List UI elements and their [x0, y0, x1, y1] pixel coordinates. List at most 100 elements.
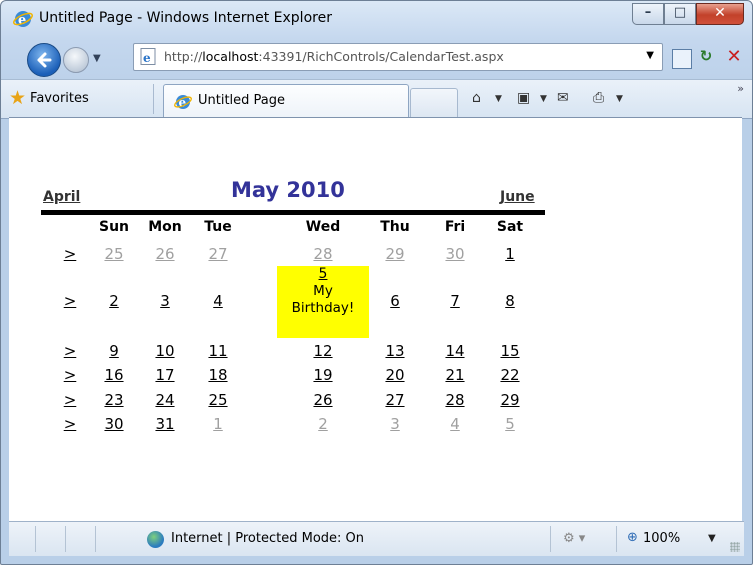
- calendar-day[interactable]: 15: [485, 342, 535, 360]
- calendar-day-other-month[interactable]: 2: [298, 415, 348, 433]
- week-selector[interactable]: >: [59, 342, 81, 360]
- zoom-level[interactable]: 100%: [643, 531, 680, 546]
- calendar-day-other-month[interactable]: 27: [193, 245, 243, 263]
- calendar-day[interactable]: 10: [140, 342, 190, 360]
- calendar-day-other-month[interactable]: 3: [370, 415, 420, 433]
- protected-mode-icon[interactable]: ⚙ ▾: [563, 531, 585, 546]
- tab-untitled-page[interactable]: e Untitled Page: [163, 84, 409, 117]
- calendar-day[interactable]: 9: [89, 342, 139, 360]
- address-text[interactable]: http://localhost:43391/RichControls/Cale…: [164, 49, 504, 64]
- favorites-button[interactable]: ★ Favorites: [9, 86, 89, 110]
- close-icon: ✕: [714, 5, 726, 21]
- day-name: Tue: [204, 219, 232, 235]
- minimize-button[interactable]: –: [632, 3, 664, 25]
- calendar-day[interactable]: 24: [140, 391, 190, 409]
- calendar-day[interactable]: 31: [140, 415, 190, 433]
- back-button[interactable]: [27, 43, 61, 77]
- security-zone-text[interactable]: Internet | Protected Mode: On: [171, 531, 364, 546]
- week-selector[interactable]: >: [59, 391, 81, 409]
- calendar-day[interactable]: 12: [298, 342, 348, 360]
- calendar-day[interactable]: 29: [485, 391, 535, 409]
- calendar-day-other-month[interactable]: 30: [430, 245, 480, 263]
- status-bar: Internet | Protected Mode: On ⚙ ▾ ⊕ 100%…: [9, 521, 744, 556]
- calendar-day[interactable]: 8: [485, 292, 535, 310]
- navigation-bar: ▼ e http://localhost:43391/RichControls/…: [1, 37, 752, 79]
- status-cell: [35, 526, 66, 552]
- calendar-day[interactable]: 11: [193, 342, 243, 360]
- day-name: Mon: [148, 219, 182, 235]
- calendar-day-other-month[interactable]: 1: [193, 415, 243, 433]
- calendar-day[interactable]: 1: [485, 245, 535, 263]
- calendar-day[interactable]: 26: [298, 391, 348, 409]
- home-dropdown-icon[interactable]: ▼: [495, 94, 502, 104]
- print-dropdown-icon[interactable]: ▼: [616, 94, 623, 104]
- day-name: Sat: [496, 219, 524, 235]
- zoom-dropdown-icon[interactable]: ▼: [708, 533, 716, 544]
- calendar-day[interactable]: 5: [277, 266, 369, 283]
- calendar-day[interactable]: 27: [370, 391, 420, 409]
- week-selector[interactable]: >: [59, 245, 81, 263]
- history-dropdown-icon[interactable]: ▼: [93, 53, 101, 64]
- calendar-day[interactable]: 23: [89, 391, 139, 409]
- maximize-button[interactable]: □: [664, 3, 696, 25]
- day-name: Sun: [98, 219, 130, 235]
- calendar-day[interactable]: 21: [430, 366, 480, 384]
- calendar-day[interactable]: 4: [193, 292, 243, 310]
- home-icon[interactable]: ⌂: [472, 90, 481, 106]
- calendar-day[interactable]: 13: [370, 342, 420, 360]
- calendar-day-other-month[interactable]: 26: [140, 245, 190, 263]
- calendar-title: May 2010: [231, 178, 345, 202]
- week-selector[interactable]: >: [59, 366, 81, 384]
- next-month-link[interactable]: June: [500, 189, 535, 205]
- more-chevron-icon[interactable]: »: [737, 82, 744, 95]
- calendar-day[interactable]: 19: [298, 366, 348, 384]
- calendar-day[interactable]: 18: [193, 366, 243, 384]
- address-dropdown-icon[interactable]: ▼: [646, 50, 654, 61]
- prev-month-link[interactable]: April: [43, 189, 80, 205]
- close-button[interactable]: ✕: [696, 3, 744, 25]
- special-day-text: My: [313, 283, 333, 299]
- calendar-day[interactable]: 16: [89, 366, 139, 384]
- print-icon[interactable]: ⎙: [593, 90, 604, 106]
- calendar-day-other-month[interactable]: 4: [430, 415, 480, 433]
- window-title: Untitled Page - Windows Internet Explore…: [39, 10, 332, 26]
- calendar-day[interactable]: 3: [140, 292, 190, 310]
- calendar-day-other-month[interactable]: 5: [485, 415, 535, 433]
- page-ie-icon: e: [140, 48, 156, 65]
- separator: [153, 84, 154, 114]
- calendar-day[interactable]: 22: [485, 366, 535, 384]
- calendar-day-other-month[interactable]: 28: [298, 245, 348, 263]
- calendar-day[interactable]: 30: [89, 415, 139, 433]
- stop-icon[interactable]: ✕: [723, 47, 745, 69]
- calendar-title-rule: [41, 210, 545, 215]
- status-divider: [549, 526, 551, 552]
- calendar-day-other-month[interactable]: 25: [89, 245, 139, 263]
- calendar-day-other-month[interactable]: 29: [370, 245, 420, 263]
- calendar-day[interactable]: 6: [370, 292, 420, 310]
- address-bar[interactable]: e http://localhost:43391/RichControls/Ca…: [133, 43, 663, 71]
- calendar-day[interactable]: 20: [370, 366, 420, 384]
- refresh-icon[interactable]: ↻: [695, 47, 717, 69]
- new-tab-button[interactable]: [410, 88, 458, 117]
- maximize-icon: □: [673, 5, 687, 20]
- resize-grip[interactable]: [730, 542, 740, 552]
- feeds-icon[interactable]: ▣: [517, 90, 530, 106]
- tab-label: Untitled Page: [198, 93, 286, 108]
- calendar-day[interactable]: 14: [430, 342, 480, 360]
- calendar-day[interactable]: 7: [430, 292, 480, 310]
- calendar-day[interactable]: 25: [193, 391, 243, 409]
- day-name: Wed: [305, 219, 341, 235]
- calendar-day[interactable]: 2: [89, 292, 139, 310]
- favorites-label: Favorites: [30, 90, 89, 106]
- week-selector[interactable]: >: [59, 415, 81, 433]
- week-selector[interactable]: >: [59, 292, 81, 310]
- calendar-day[interactable]: 28: [430, 391, 480, 409]
- window-controls: – □ ✕: [632, 3, 744, 25]
- mail-icon[interactable]: ✉: [557, 90, 569, 106]
- forward-button[interactable]: [63, 47, 89, 73]
- internet-zone-icon: [147, 531, 164, 548]
- calendar-day[interactable]: 17: [140, 366, 190, 384]
- compatibility-view-icon[interactable]: [672, 49, 692, 69]
- feeds-dropdown-icon[interactable]: ▼: [540, 94, 547, 104]
- zoom-icon[interactable]: ⊕: [627, 530, 638, 545]
